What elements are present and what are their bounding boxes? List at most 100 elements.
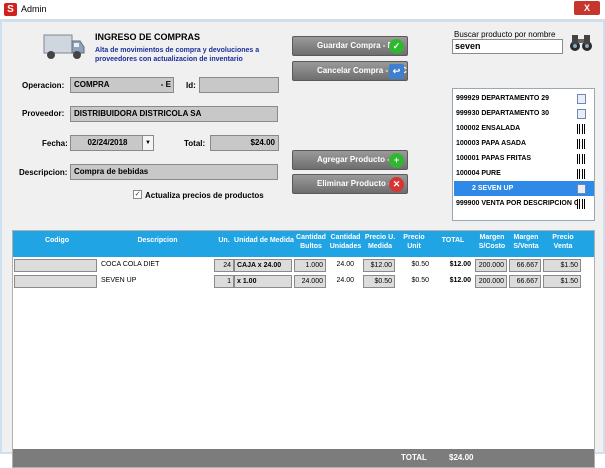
guardar-compra-label: Guardar Compra - F4 — [317, 41, 398, 50]
table-row[interactable]: COCA COLA DIET 24 CAJA x 24.00 1.000 24.… — [13, 258, 594, 273]
title-bar: S Admin X — [0, 0, 605, 20]
list-item[interactable]: 100004 PURE — [454, 166, 594, 181]
cancelar-compra-button[interactable]: Cancelar Compra - ESC ↩ — [292, 61, 408, 81]
list-item[interactable]: 999930 DEPARTAMENTO 30 — [454, 106, 594, 121]
product-code: 100004 — [456, 170, 480, 177]
cell-un[interactable]: 1 — [214, 275, 234, 288]
col-cantidad-bultos-line2: Bultos — [300, 243, 322, 250]
guardar-compra-button[interactable]: Guardar Compra - F4 ✓ — [292, 36, 408, 56]
product-code: 999930 — [456, 110, 480, 117]
truck-icon — [42, 31, 86, 63]
cell-precio-um[interactable]: $0.50 — [363, 275, 395, 288]
barcode-icon — [577, 139, 586, 149]
product-name: PURE — [481, 170, 501, 177]
product-name: PAPA ASADA — [481, 140, 527, 147]
list-item-selected[interactable]: 2 SEVEN UP — [454, 181, 594, 196]
col-precio-unit[interactable]: Precio Unit — [397, 233, 431, 251]
document-icon — [577, 184, 586, 194]
cell-un[interactable]: 24 — [214, 259, 234, 272]
product-code: 999929 — [456, 95, 480, 102]
delete-icon: ✕ — [389, 177, 404, 192]
cell-margen-costo[interactable]: 200.000 — [475, 275, 507, 288]
col-precio-unit-line1: Precio — [403, 234, 425, 241]
agregar-producto-button[interactable]: Agregar Producto - F3 + — [292, 150, 408, 170]
search-input[interactable]: seven — [452, 39, 563, 54]
product-name: DEPARTAMENTO 29 — [481, 95, 549, 102]
id-field[interactable] — [199, 77, 279, 93]
col-codigo[interactable]: Codigo — [13, 236, 101, 245]
list-item[interactable]: 100001 PAPAS FRITAS — [454, 151, 594, 166]
cell-precio-venta[interactable]: $1.50 — [543, 275, 581, 288]
footer-total-label: TOTAL — [401, 453, 427, 462]
cell-codigo[interactable] — [14, 275, 97, 288]
fecha-label: Fecha: — [42, 139, 68, 148]
undo-icon: ↩ — [389, 64, 404, 79]
fecha-value: 02/24/2018 — [87, 138, 128, 147]
col-precio-venta-line1: Precio — [552, 234, 574, 241]
cell-precio-unit: $0.50 — [411, 277, 429, 284]
col-un[interactable]: Un. — [214, 236, 234, 245]
product-code: 100003 — [456, 140, 480, 147]
window-title: Admin — [21, 4, 47, 14]
grid-footer: TOTAL $24.00 — [13, 449, 594, 467]
col-cantidad-unidades-line2: Unidades — [329, 243, 362, 250]
product-name: VENTA POR DESCRIPCION G — [481, 200, 580, 207]
table-row[interactable]: SEVEN UP 1 x 1.00 24.000 24.00 $0.50 $0.… — [13, 274, 594, 289]
product-name: ENSALADA — [481, 125, 521, 132]
descripcion-field[interactable]: Compra de bebidas — [70, 164, 278, 180]
descripcion-label: Descripcion: — [19, 168, 68, 177]
search-label: Buscar producto por nombre — [454, 30, 556, 39]
cell-margen-venta[interactable]: 66.667 — [509, 259, 541, 272]
operacion-select[interactable]: COMPRA - E — [70, 77, 174, 93]
cell-precio-venta[interactable]: $1.50 — [543, 259, 581, 272]
cell-precio-unit: $0.50 — [411, 261, 429, 268]
checkmark-icon: ✓ — [389, 39, 404, 54]
col-precio-unit-line2: Unit — [407, 243, 421, 250]
page-title: INGRESO DE COMPRAS — [95, 32, 201, 42]
col-descripcion[interactable]: Descripcion — [101, 236, 214, 245]
cell-precio-um[interactable]: $12.00 — [363, 259, 395, 272]
eliminar-producto-button[interactable]: Eliminar Producto - F6 ✕ — [292, 174, 408, 194]
close-button[interactable]: X — [574, 1, 600, 15]
col-margen-costo[interactable]: Margen S/Costo — [475, 233, 509, 251]
list-item[interactable]: 100002 ENSALADA — [454, 121, 594, 136]
col-margen-venta[interactable]: Margen S/Venta — [509, 233, 543, 251]
cell-codigo[interactable] — [14, 259, 97, 272]
fecha-field[interactable]: 02/24/2018 ▼ — [70, 135, 154, 151]
page-subtitle-line2: proveedores con actualizacion de inventa… — [95, 56, 243, 63]
list-item[interactable]: 999900 VENTA POR DESCRIPCION G — [454, 196, 594, 211]
binoculars-icon[interactable] — [568, 32, 594, 54]
col-precio-u-medida[interactable]: Precio U. Medida — [363, 233, 397, 251]
col-margen-venta-line2: S/Venta — [513, 243, 539, 250]
cell-unidad-medida[interactable]: CAJA x 24.00 — [234, 259, 292, 272]
document-icon — [577, 94, 586, 104]
col-total[interactable]: TOTAL — [431, 236, 475, 245]
list-item[interactable]: 100003 PAPA ASADA — [454, 136, 594, 151]
total-field: $24.00 — [210, 135, 279, 151]
operacion-suffix: - E — [160, 80, 171, 89]
cell-unidades: 24.00 — [336, 261, 354, 268]
calendar-dropdown-icon[interactable]: ▼ — [142, 136, 153, 150]
operacion-label: Operacion: — [22, 81, 65, 90]
list-item[interactable]: 999929 DEPARTAMENTO 29 — [454, 91, 594, 106]
page-subtitle-line1: Alta de movimientos de compra y devoluci… — [95, 47, 260, 54]
product-code: 100001 — [456, 155, 480, 162]
product-results-list[interactable]: 999929 DEPARTAMENTO 29 999930 DEPARTAMEN… — [452, 88, 595, 221]
col-unidad-medida[interactable]: Unidad de Medida — [234, 236, 294, 245]
col-precio-u-medida-line1: Precio U. — [364, 234, 396, 241]
col-margen-venta-line1: Margen — [513, 234, 539, 241]
proveedor-field[interactable]: DISTRIBUIDORA DISTRICOLA SA — [70, 106, 278, 122]
cell-bultos[interactable]: 1.000 — [294, 259, 326, 272]
cell-total: $12.00 — [449, 277, 471, 284]
col-margen-costo-line2: S/Costo — [478, 243, 506, 250]
cell-bultos[interactable]: 24.000 — [294, 275, 326, 288]
col-cantidad-bultos[interactable]: Cantidad Bultos — [294, 233, 328, 251]
product-name: PAPAS FRITAS — [481, 155, 532, 162]
cell-margen-costo[interactable]: 200.000 — [475, 259, 507, 272]
col-precio-venta[interactable]: Precio Venta — [543, 233, 583, 251]
cell-margen-venta[interactable]: 66.667 — [509, 275, 541, 288]
cell-unidad-medida[interactable]: x 1.00 — [234, 275, 292, 288]
col-cantidad-unidades[interactable]: Cantidad Unidades — [328, 233, 363, 251]
items-grid[interactable]: Codigo Descripcion Un. Unidad de Medida … — [12, 230, 595, 468]
actualiza-precios-checkbox[interactable]: ✓ — [133, 190, 142, 199]
